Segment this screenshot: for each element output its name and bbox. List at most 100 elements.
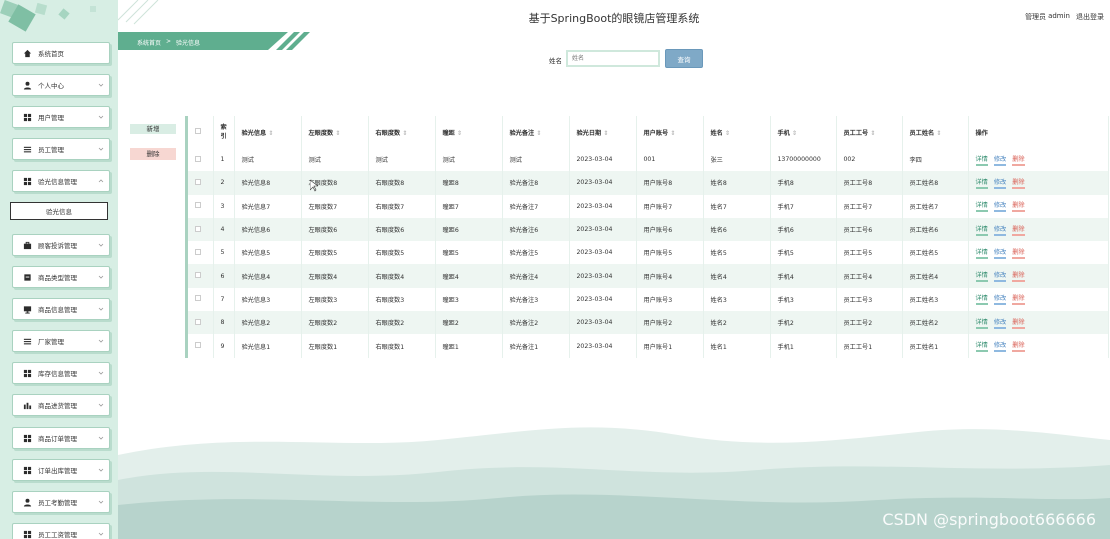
sidebar-item[interactable]: 商品信息管理 <box>12 298 110 320</box>
sort-icon[interactable]: ⇕ <box>936 130 941 137</box>
edit-button[interactable]: 修改 <box>993 224 1007 236</box>
table-row[interactable]: 1 测试 测试 测试 测试 测试 2023-03-04 001 张三 13700000000 002… <box>188 148 1109 172</box>
sidebar-item[interactable]: 库存信息管理 <box>12 362 110 384</box>
table-row[interactable]: 2 验光信息8 左眼度数8 右眼度数8 瞳距8 验光备注8 2023-03-04 用户账号8 姓… <box>188 171 1109 195</box>
sidebar-item[interactable]: 商品进货管理 <box>12 394 110 416</box>
sort-icon[interactable]: ⇕ <box>725 130 730 137</box>
edit-button[interactable]: 修改 <box>993 177 1007 189</box>
column-header[interactable]: 手机 ⇕ <box>770 116 837 148</box>
sidebar-item[interactable]: 个人中心 <box>12 74 110 96</box>
row-delete-button[interactable]: 删除 <box>1012 317 1025 329</box>
sort-icon[interactable]: ⇕ <box>670 130 675 137</box>
view-button[interactable]: 详情 <box>975 247 988 259</box>
table-row[interactable]: 9 验光信息1 左眼度数1 右眼度数1 瞳距1 验光备注1 2023-03-04 用户账号1 姓… <box>188 334 1109 358</box>
table-row[interactable]: 6 验光信息4 左眼度数4 右眼度数4 瞳距4 验光备注4 2023-03-04 用户账号4 姓… <box>188 264 1109 288</box>
row-checkbox-cell[interactable] <box>188 241 214 265</box>
row-delete-button[interactable]: 删除 <box>1012 247 1025 259</box>
view-button[interactable]: 详情 <box>975 270 988 283</box>
view-button[interactable]: 详情 <box>975 224 988 236</box>
row-checkbox-cell[interactable] <box>188 217 214 242</box>
select-all-checkbox-cell[interactable] <box>188 116 214 148</box>
breadcrumb-home[interactable]: 系统首页 <box>137 38 161 47</box>
row-checkbox[interactable] <box>195 155 201 162</box>
view-button[interactable]: 详情 <box>975 200 988 213</box>
sidebar-item[interactable]: 用户管理 <box>12 106 110 128</box>
view-button[interactable]: 详情 <box>975 154 988 166</box>
row-delete-button[interactable]: 删除 <box>1012 340 1025 353</box>
row-checkbox-cell[interactable] <box>188 334 214 358</box>
select-all-checkbox[interactable] <box>195 128 201 134</box>
sidebar-item[interactable]: 订单出库管理 <box>12 459 110 481</box>
column-header[interactable]: 员工工号 ⇕ <box>836 116 903 148</box>
row-delete-button[interactable]: 删除 <box>1012 154 1025 166</box>
view-button[interactable]: 详情 <box>975 177 988 189</box>
row-checkbox[interactable] <box>195 318 201 325</box>
sort-icon[interactable]: ⇕ <box>870 130 875 137</box>
sort-icon[interactable]: ⇕ <box>402 130 407 137</box>
column-header[interactable]: 索引 <box>213 116 235 148</box>
edit-button[interactable]: 修改 <box>993 317 1007 329</box>
column-header[interactable]: 验光日期 ⇕ <box>569 116 637 148</box>
sidebar-item[interactable]: 系统首页 <box>12 42 110 64</box>
edit-button[interactable]: 修改 <box>993 340 1007 353</box>
edit-button[interactable]: 修改 <box>993 154 1007 166</box>
delete-button[interactable]: 删除 <box>130 148 176 160</box>
view-button[interactable]: 详情 <box>975 317 988 329</box>
sort-icon[interactable]: ⇕ <box>603 130 608 137</box>
sidebar-subitem-optometry[interactable]: 验光信息 <box>10 202 108 220</box>
row-delete-button[interactable]: 删除 <box>1012 270 1025 283</box>
column-header[interactable]: 验光信息 ⇕ <box>234 116 302 148</box>
row-checkbox[interactable] <box>195 225 201 232</box>
row-checkbox-cell[interactable] <box>188 264 214 288</box>
sort-icon[interactable]: ⇕ <box>536 130 541 137</box>
add-button[interactable]: 新增 <box>130 124 176 134</box>
table-row[interactable]: 5 验光信息5 左眼度数5 右眼度数5 瞳距5 验光备注5 2023-03-04 用户账号5 姓… <box>188 241 1109 265</box>
table-row[interactable]: 7 验光信息3 左眼度数3 右眼度数3 瞳距3 验光备注3 2023-03-04 用户账号3 姓… <box>188 287 1109 312</box>
sidebar-item[interactable]: 员工管理 <box>12 138 110 160</box>
edit-button[interactable]: 修改 <box>993 293 1007 306</box>
view-button[interactable]: 详情 <box>975 293 988 306</box>
row-checkbox[interactable] <box>195 248 201 255</box>
row-checkbox-cell[interactable] <box>188 287 214 312</box>
edit-button[interactable]: 修改 <box>993 270 1007 283</box>
row-checkbox[interactable] <box>195 272 201 279</box>
sort-icon[interactable]: ⇕ <box>457 130 462 137</box>
edit-button[interactable]: 修改 <box>993 247 1007 259</box>
row-checkbox[interactable] <box>195 202 201 209</box>
column-header[interactable]: 左眼度数 ⇕ <box>301 116 369 148</box>
table-row[interactable]: 4 验光信息6 左眼度数6 右眼度数6 瞳距6 验光备注6 2023-03-04 用户账号6 姓… <box>188 217 1109 242</box>
row-checkbox-cell[interactable] <box>188 148 214 172</box>
sort-icon[interactable]: ⇕ <box>268 130 273 137</box>
sort-icon[interactable]: ⇕ <box>792 130 797 137</box>
row-checkbox-cell[interactable] <box>188 171 214 195</box>
search-input[interactable] <box>566 50 660 67</box>
logout-link[interactable]: 退出登录 <box>1076 12 1104 22</box>
edit-button[interactable]: 修改 <box>993 200 1007 213</box>
sort-icon[interactable]: ⇕ <box>335 130 340 137</box>
row-checkbox[interactable] <box>195 342 201 349</box>
column-header[interactable]: 瞳距 ⇕ <box>435 116 503 148</box>
search-button[interactable]: 查询 <box>665 49 703 68</box>
row-checkbox[interactable] <box>195 295 201 302</box>
column-header[interactable]: 右眼度数 ⇕ <box>368 116 436 148</box>
row-delete-button[interactable]: 删除 <box>1012 224 1025 236</box>
column-header[interactable]: 用户账号 ⇕ <box>636 116 704 148</box>
row-delete-button[interactable]: 删除 <box>1012 177 1025 189</box>
sidebar-item[interactable]: 商品类型管理 <box>12 266 110 288</box>
column-header[interactable]: 姓名 ⇕ <box>703 116 771 148</box>
sidebar-item[interactable]: 员工考勤管理 <box>12 491 110 513</box>
sidebar-item[interactable]: 验光信息管理 <box>12 170 110 192</box>
sidebar-item[interactable]: 顾客投诉管理 <box>12 234 110 256</box>
table-row[interactable]: 8 验光信息2 左眼度数2 右眼度数2 瞳距2 验光备注2 2023-03-04 用户账号2 姓… <box>188 311 1109 335</box>
row-checkbox-cell[interactable] <box>188 311 214 335</box>
column-header[interactable]: 操作 <box>968 116 1109 148</box>
row-delete-button[interactable]: 删除 <box>1012 200 1025 213</box>
sidebar-item[interactable]: 商品订单管理 <box>12 427 110 449</box>
sidebar-item[interactable]: 厂家管理 <box>12 330 110 352</box>
row-checkbox-cell[interactable] <box>188 194 214 218</box>
table-row[interactable]: 3 验光信息7 左眼度数7 右眼度数7 瞳距7 验光备注7 2023-03-04 用户账号7 姓… <box>188 194 1109 218</box>
column-header[interactable]: 验光备注 ⇕ <box>502 116 570 148</box>
sidebar-item[interactable]: 员工工资管理 <box>12 523 110 539</box>
column-header[interactable]: 员工姓名 ⇕ <box>902 116 969 148</box>
row-delete-button[interactable]: 删除 <box>1012 293 1025 306</box>
